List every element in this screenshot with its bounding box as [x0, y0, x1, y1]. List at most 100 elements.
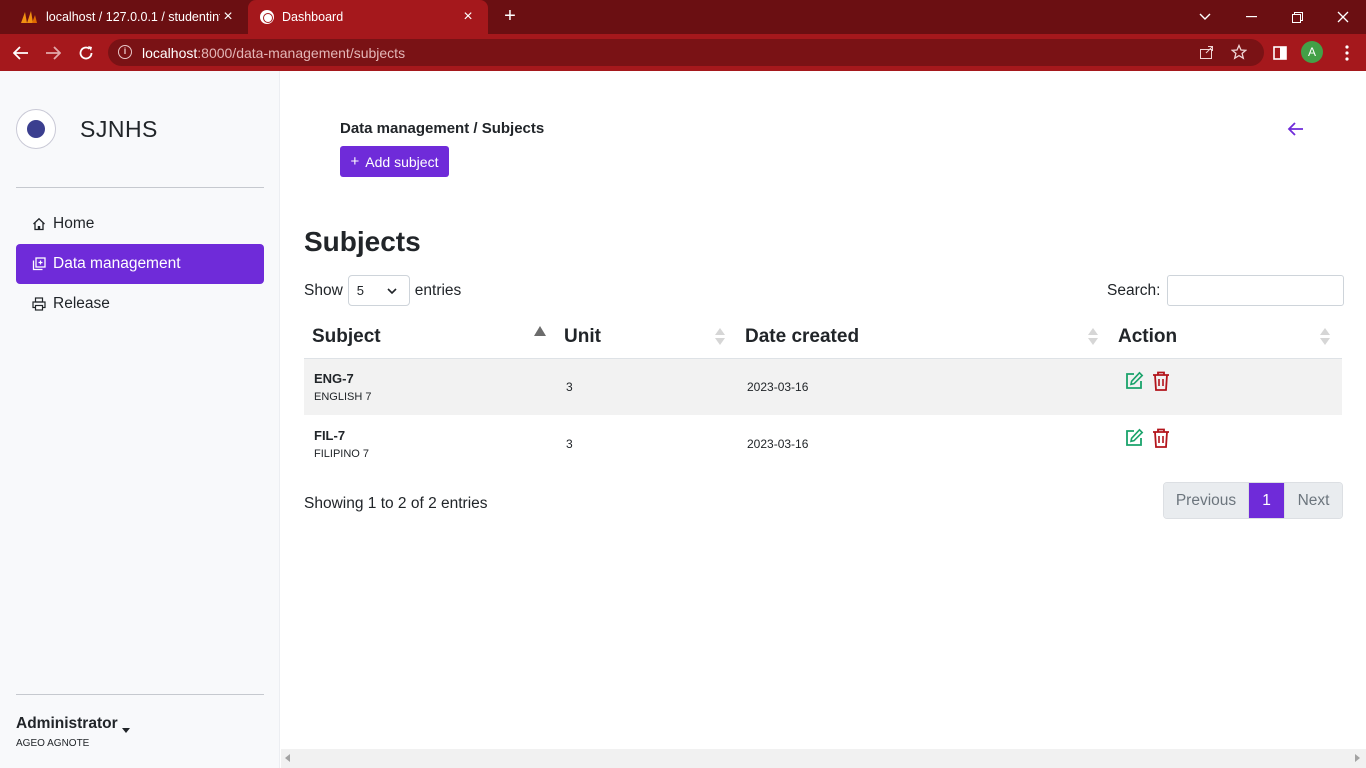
plus-icon: +: [350, 153, 360, 170]
edit-icon[interactable]: [1124, 371, 1144, 391]
page-length-control: Show 5 entries: [304, 275, 461, 306]
sidebar-item-label: Release: [53, 295, 110, 312]
sidebar-divider: [16, 694, 264, 695]
page-length-select[interactable]: 5: [347, 275, 410, 306]
column-header-date-created[interactable]: Date created: [737, 316, 1110, 359]
subject-code: FIL-7: [314, 427, 346, 443]
school-logo: [16, 109, 56, 149]
tab-title: Dashboard: [282, 10, 344, 24]
sidebar-item-data-management[interactable]: Data management: [16, 244, 264, 284]
window-close-icon[interactable]: [1320, 0, 1366, 34]
column-header-subject[interactable]: Subject: [304, 316, 556, 359]
back-icon[interactable]: [8, 40, 34, 66]
add-subject-label: Add subject: [365, 153, 439, 170]
column-header-action[interactable]: Action: [1110, 316, 1342, 359]
star-icon[interactable]: [1230, 43, 1248, 62]
subject-name: FILIPINO 7: [314, 447, 370, 460]
sidebar-item-home[interactable]: Home: [16, 204, 264, 244]
unit-cell: 3: [566, 436, 573, 451]
tab-search-icon[interactable]: [1182, 0, 1228, 34]
chevron-down-icon: [387, 284, 397, 295]
restore-icon[interactable]: [1274, 0, 1320, 34]
action-cell: [1110, 415, 1342, 472]
url-path: :8000/data-management/subjects: [197, 45, 406, 61]
table-search: Search:: [1107, 275, 1345, 306]
column-header-unit[interactable]: Unit: [556, 316, 737, 359]
action-cell: [1110, 358, 1342, 415]
reload-icon[interactable]: [73, 40, 99, 66]
pagination-previous[interactable]: Previous: [1164, 483, 1249, 518]
table-info: Showing 1 to 2 of 2 entries: [304, 495, 488, 512]
minimize-icon[interactable]: [1228, 0, 1274, 34]
sidebar-nav: Home Data management Release: [16, 204, 264, 324]
sort-asc-icon: [534, 326, 546, 346]
search-input[interactable]: [1167, 275, 1345, 306]
caret-down-icon: [121, 728, 130, 733]
sidebar-divider: [16, 187, 264, 188]
side-panel-icon[interactable]: [1267, 40, 1293, 66]
browser-tab-phpmyadmin[interactable]: localhost / 127.0.0.1 / studentinfo ×: [8, 0, 248, 34]
search-label: Search:: [1107, 281, 1161, 299]
phpmyadmin-icon: [20, 10, 38, 24]
house-icon: [32, 217, 46, 231]
arrow-left-icon[interactable]: [1286, 119, 1306, 139]
subject-code: ENG-7: [314, 370, 354, 386]
breadcrumb: Data management / Subjects: [340, 120, 545, 137]
info-icon[interactable]: i: [118, 45, 132, 59]
address-bar[interactable]: i localhost:8000/data-management/subject…: [108, 39, 1264, 66]
printer-icon: [32, 297, 46, 311]
trash-icon[interactable]: [1152, 371, 1170, 392]
column-header-label: Action: [1118, 325, 1178, 347]
show-label: Show: [304, 281, 343, 299]
profile-avatar[interactable]: A: [1301, 41, 1323, 63]
subject-name: ENGLISH 7: [314, 390, 372, 403]
sidebar-item-label: Data management: [53, 255, 181, 272]
date-cell: 2023-03-16: [737, 358, 1110, 415]
trash-icon[interactable]: [1152, 428, 1170, 448]
subject-cell: ENG-7 ENGLISH 7: [304, 358, 556, 415]
close-icon[interactable]: ×: [220, 8, 236, 26]
scroll-left-icon[interactable]: [285, 754, 290, 762]
close-icon[interactable]: ×: [460, 8, 476, 26]
unit-cell: 3: [556, 358, 737, 415]
url-host: localhost: [142, 45, 198, 61]
sidebar-item-release[interactable]: Release: [16, 284, 264, 324]
url-text[interactable]: localhost:8000/data-management/subjects: [142, 45, 405, 61]
user-role[interactable]: Administrator: [16, 715, 130, 733]
table-header-row: Subject Unit Date created Action: [304, 316, 1342, 359]
stack-icon: [32, 257, 46, 271]
subjects-table: Subject Unit Date created Action ENG-7 E…: [304, 316, 1342, 472]
pagination: Previous 1 Next: [1163, 482, 1343, 519]
sort-icon: [715, 328, 725, 346]
user-name: AGEO AGNOTE: [16, 738, 90, 749]
subject-cell: FIL-7 FILIPINO 7: [304, 415, 556, 472]
sort-icon: [1320, 328, 1330, 346]
browser-tab-strip: localhost / 127.0.0.1 / studentinfo × Da…: [0, 0, 1366, 34]
scroll-right-icon[interactable]: [1355, 754, 1360, 762]
entries-label: entries: [414, 281, 462, 299]
table-row: FIL-7 FILIPINO 7 3 2023-03-16: [304, 415, 1342, 472]
add-subject-button[interactable]: + Add subject: [340, 146, 449, 177]
date-cell: 2023-03-16: [747, 436, 809, 451]
table-row: ENG-7 ENGLISH 7 3 2023-03-16: [304, 358, 1342, 415]
globe-icon: [260, 10, 274, 24]
column-header-label: Subject: [312, 325, 381, 347]
share-icon[interactable]: [1198, 44, 1216, 62]
brand[interactable]: SJNHS: [16, 109, 158, 149]
user-menu[interactable]: Administrator AGEO AGNOTE: [16, 715, 130, 749]
forward-icon[interactable]: [40, 40, 66, 66]
browser-toolbar: i localhost:8000/data-management/subject…: [0, 34, 1366, 71]
menu-kebab-icon[interactable]: [1334, 40, 1360, 66]
page-title: Subjects: [304, 226, 421, 257]
browser-tab-dashboard[interactable]: Dashboard ×: [248, 0, 488, 34]
new-tab-icon[interactable]: +: [500, 6, 520, 26]
pagination-page-1[interactable]: 1: [1249, 483, 1284, 518]
sidebar: SJNHS Home Data management Release Admin…: [0, 71, 280, 768]
horizontal-scrollbar[interactable]: [281, 749, 1366, 768]
sidebar-item-label: Home: [53, 215, 95, 232]
user-role-label: Administrator: [16, 715, 118, 732]
pagination-next[interactable]: Next: [1284, 483, 1342, 518]
edit-icon[interactable]: [1124, 428, 1144, 448]
tab-title: localhost / 127.0.0.1 / studentinfo: [46, 10, 220, 24]
sort-icon: [1088, 328, 1098, 346]
